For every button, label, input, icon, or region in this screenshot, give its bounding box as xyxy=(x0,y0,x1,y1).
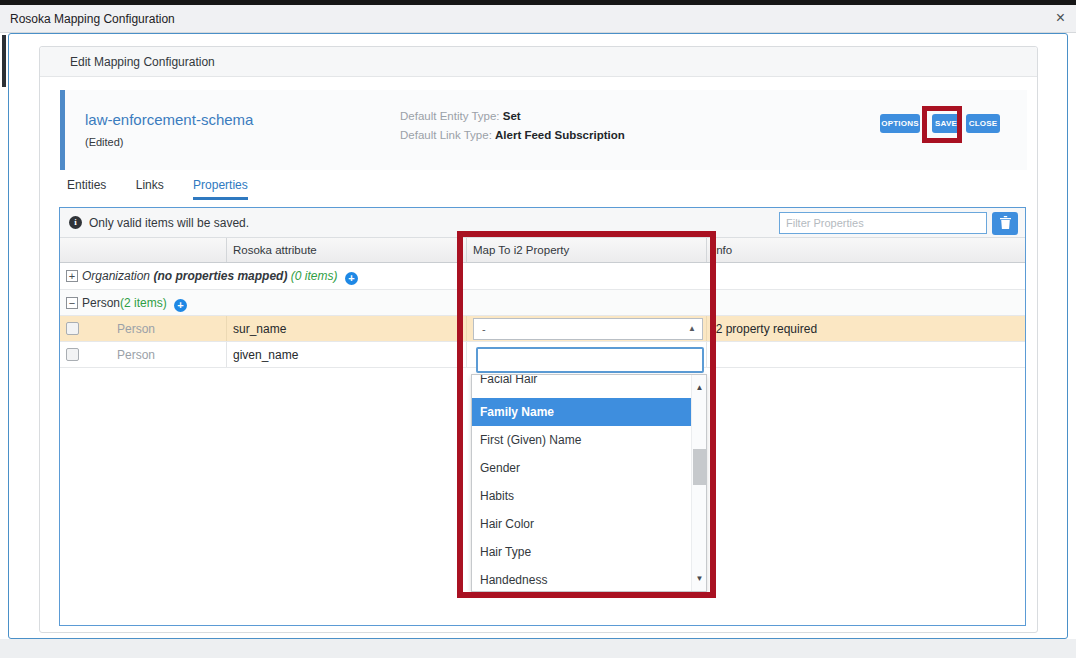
row-checkbox[interactable] xyxy=(66,322,79,335)
tab-properties[interactable]: Properties xyxy=(193,178,248,200)
default-entity-type-value: Set xyxy=(503,110,521,122)
expand-icon[interactable]: + xyxy=(66,270,78,282)
row-checkbox[interactable] xyxy=(66,348,79,361)
filter-properties-input[interactable] xyxy=(779,212,987,234)
default-link-type-value: Alert Feed Subscription xyxy=(495,129,625,141)
panel-title: Edit Mapping Configuration xyxy=(70,55,215,69)
default-link-type-label: Default Link Type: xyxy=(400,129,492,141)
default-link-type: Default Link Type: Alert Feed Subscripti… xyxy=(400,129,625,141)
schema-summary: law-enforcement-schema (Edited) Default … xyxy=(60,90,1027,170)
collapse-icon[interactable]: − xyxy=(66,297,78,309)
schema-status: (Edited) xyxy=(85,136,124,148)
group-count: (0 items) xyxy=(291,269,338,283)
panel-header: Edit Mapping Configuration xyxy=(40,47,1037,77)
column-checkbox xyxy=(60,238,227,262)
window-titlebar: Rosoka Mapping Configuration × xyxy=(0,5,1076,33)
annotation-box-save xyxy=(922,106,962,143)
group-count: (2 items) xyxy=(120,296,167,310)
options-button[interactable]: OPTIONS xyxy=(880,114,920,133)
close-icon[interactable]: × xyxy=(1056,9,1065,27)
close-button[interactable]: CLOSE xyxy=(966,114,1000,133)
screen-background xyxy=(0,639,1076,658)
info-icon: i xyxy=(69,216,82,229)
row-entity: Person xyxy=(117,322,155,336)
background-window-edge xyxy=(2,35,6,87)
schema-name: law-enforcement-schema xyxy=(85,111,253,128)
clear-filter-button[interactable] xyxy=(992,212,1018,235)
add-mapping-icon[interactable]: + xyxy=(174,299,187,312)
tab-links[interactable]: Links xyxy=(136,178,164,197)
tab-entities[interactable]: Entities xyxy=(67,178,106,197)
column-info: Info xyxy=(707,238,1025,262)
row-entity: Person xyxy=(117,348,155,362)
annotation-box-map-column xyxy=(457,231,716,598)
group-name: Person xyxy=(82,296,120,310)
trash-icon xyxy=(1000,216,1011,229)
default-entity-type-label: Default Entity Type: xyxy=(400,110,500,122)
schema-accent-bar xyxy=(60,90,65,170)
notice-text: Only valid items will be saved. xyxy=(89,216,249,230)
row-attribute: sur_name xyxy=(233,322,286,336)
default-entity-type: Default Entity Type: Set xyxy=(400,110,521,122)
group-suffix: (no properties mapped) xyxy=(153,269,287,283)
row-attribute: given_name xyxy=(233,348,298,362)
window-title: Rosoka Mapping Configuration xyxy=(10,12,175,26)
column-rosoka-attribute: Rosoka attribute xyxy=(227,238,467,262)
row-info: i2 property required xyxy=(713,322,817,336)
tab-bar: Entities Links Properties xyxy=(67,178,274,200)
add-mapping-icon[interactable]: + xyxy=(345,272,358,285)
group-name: Organization xyxy=(82,269,150,283)
